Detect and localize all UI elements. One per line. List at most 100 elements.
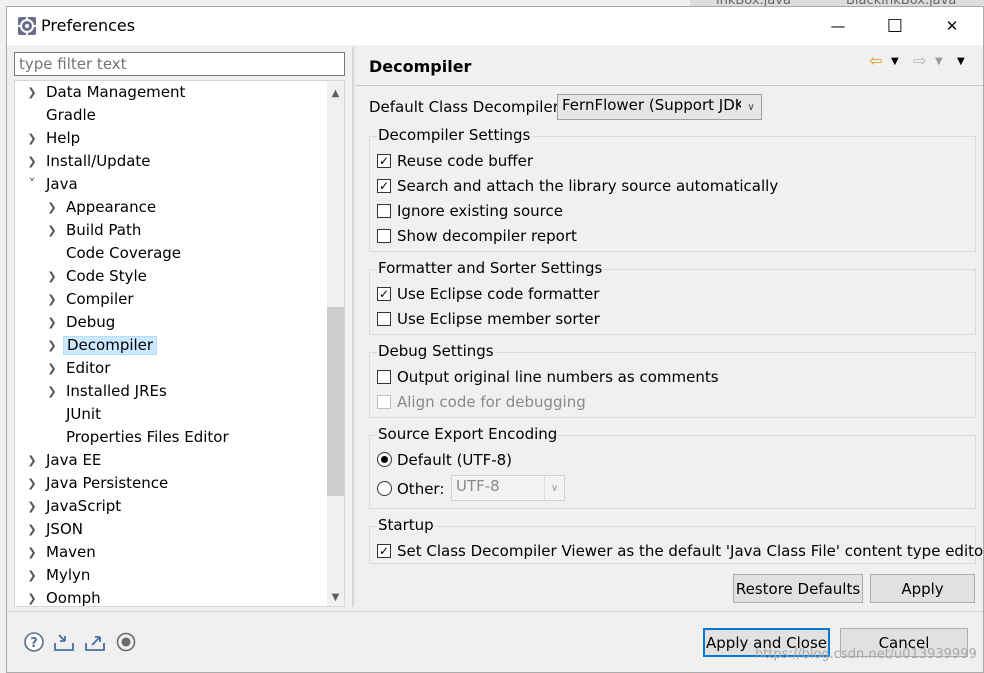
checkbox-unchecked-icon [377, 370, 391, 384]
chevron-right-icon[interactable]: ❯ [45, 334, 59, 357]
page-title: Decompiler [369, 57, 472, 76]
tree-item[interactable]: ❯ Java Persistence [15, 472, 329, 495]
checkbox-unchecked-icon [377, 395, 391, 409]
header-separator [356, 85, 983, 86]
tree-item[interactable]: ❯ Oomph [15, 587, 329, 607]
tree-item-label: Help [46, 129, 81, 147]
chevron-down-icon: ∨ [747, 101, 755, 113]
tree-item[interactable]: ❯ Decompiler [15, 334, 329, 357]
view-menu-icon[interactable]: ▼ [957, 56, 965, 67]
tree-item[interactable]: Properties Files Editor [15, 426, 329, 449]
preferences-dialog: Preferences — ☐ ✕ ❯ Oomph ❯ Mylyn ❯ Maven ❯ JSO… [6, 6, 984, 673]
tree-item-label: Java [46, 175, 78, 193]
tree-item-label: Appearance [66, 198, 157, 216]
encoding-default-label: Default (UTF-8) [397, 451, 513, 469]
maximize-button[interactable]: ☐ [866, 7, 924, 45]
chevron-right-icon[interactable]: ❯ [25, 150, 39, 173]
tree-item-label: Oomph [46, 589, 101, 607]
watermark-text: https://blog.csdn.net/u013939999 [755, 647, 977, 662]
tree-item[interactable]: ❯ Compiler [15, 288, 329, 311]
chevron-right-icon[interactable]: ❯ [45, 380, 59, 403]
default-decompiler-select[interactable]: FernFlower (Support JDK ∨ [557, 94, 762, 120]
radio-button-icon [377, 452, 392, 467]
chevron-right-icon[interactable]: ❯ [25, 495, 39, 518]
tree-item[interactable]: ❯ Code Style [15, 265, 329, 288]
apply-button[interactable]: Apply [870, 574, 975, 603]
tree-item[interactable]: ❯ Installed JREs [15, 380, 329, 403]
chevron-right-icon[interactable]: ❯ [25, 472, 39, 495]
tree-scrollbar[interactable]: ▲ ▼ [327, 81, 344, 606]
record-icon[interactable] [115, 631, 137, 653]
tree-item-label: Gradle [46, 106, 96, 124]
tree-item[interactable]: Gradle [15, 104, 329, 127]
forward-dropdown-icon[interactable]: ▼ [935, 56, 943, 67]
chevron-down-icon[interactable]: ˅ [25, 173, 39, 196]
tree-item-label: Code Coverage [66, 244, 182, 262]
tree-item[interactable]: ❯ Data Management [15, 81, 329, 104]
tree-item[interactable]: ❯ Java EE [15, 449, 329, 472]
tree-item-label: Properties Files Editor [66, 428, 229, 446]
decompiler-settings-title: Decompiler Settings [377, 126, 532, 144]
tree-item-label: JUnit [66, 405, 101, 423]
option-label: Output original line numbers as comments [397, 368, 719, 386]
scroll-down-arrow-icon[interactable]: ▼ [327, 589, 344, 606]
forward-arrow-icon[interactable]: ⇨ [913, 51, 926, 70]
import-icon[interactable] [53, 631, 75, 653]
back-dropdown-icon[interactable]: ▼ [891, 56, 899, 67]
checkbox-checked-icon: ✓ [377, 154, 391, 168]
restore-defaults-button[interactable]: Restore Defaults [733, 574, 863, 603]
chevron-right-icon[interactable]: ❯ [25, 449, 39, 472]
encoding-other-value: UTF-8 [456, 477, 500, 495]
chevron-right-icon[interactable]: ❯ [45, 265, 59, 288]
tree-item[interactable]: ❯ Maven [15, 541, 329, 564]
minimize-button[interactable]: — [809, 7, 867, 45]
title-bar: Preferences — ☐ ✕ [7, 7, 983, 45]
option-label: Use Eclipse code formatter [397, 285, 600, 303]
tree-item[interactable]: ❯ Appearance [15, 196, 329, 219]
encoding-title: Source Export Encoding [377, 425, 559, 443]
tree-item[interactable]: ❯ Build Path [15, 219, 329, 242]
checkbox-checked-icon: ✓ [377, 179, 391, 193]
chevron-right-icon[interactable]: ❯ [45, 311, 59, 334]
tree-item[interactable]: JUnit [15, 403, 329, 426]
chevron-right-icon[interactable]: ❯ [25, 518, 39, 541]
tree-item[interactable]: ❯ Debug [15, 311, 329, 334]
tree-item[interactable]: ˅ Java [15, 173, 329, 196]
tree-item-label: Installed JREs [66, 382, 167, 400]
tree-item-label: Data Management [46, 83, 186, 101]
tree-item[interactable]: ❯ JavaScript [15, 495, 329, 518]
startup-title: Startup [377, 516, 435, 534]
close-button[interactable]: ✕ [923, 7, 981, 45]
eclipse-app-icon [17, 16, 37, 36]
help-icon[interactable]: ? [23, 631, 45, 653]
chevron-right-icon[interactable]: ❯ [45, 288, 59, 311]
chevron-right-icon[interactable]: ❯ [25, 587, 39, 606]
tree-item[interactable]: ❯ Install/Update [15, 150, 329, 173]
encoding-other-select[interactable]: UTF-8 ∨ [451, 475, 565, 501]
chevron-right-icon[interactable]: ❯ [25, 81, 39, 104]
tree-item-label: Java EE [46, 451, 102, 469]
tree-item[interactable]: ❯ Mylyn [15, 564, 329, 587]
tree-item-label: Maven [46, 543, 96, 561]
sash-divider[interactable] [352, 47, 355, 607]
radio-button-icon [377, 481, 392, 496]
scroll-up-arrow-icon[interactable]: ▲ [327, 85, 344, 102]
tree-item[interactable]: ❯ Help [15, 127, 329, 150]
chevron-right-icon[interactable]: ❯ [25, 564, 39, 587]
tree-item[interactable]: ❯ JSON [15, 518, 329, 541]
filter-input[interactable] [14, 52, 345, 76]
export-icon[interactable] [84, 631, 106, 653]
chevron-right-icon[interactable]: ❯ [45, 196, 59, 219]
tree-item[interactable]: ❯ Editor [15, 357, 329, 380]
scrollbar-thumb[interactable] [327, 307, 344, 496]
checkbox-unchecked-icon [377, 312, 391, 326]
option-label: Align code for debugging [397, 393, 586, 411]
tree-item[interactable]: Code Coverage [15, 242, 329, 265]
back-arrow-icon[interactable]: ⇦ [869, 51, 882, 70]
tree-item-label: Editor [66, 359, 111, 377]
chevron-right-icon[interactable]: ❯ [25, 541, 39, 564]
chevron-right-icon[interactable]: ❯ [45, 357, 59, 380]
chevron-right-icon[interactable]: ❯ [45, 219, 59, 242]
chevron-right-icon[interactable]: ❯ [25, 127, 39, 150]
tree-item-label: Build Path [66, 221, 142, 239]
